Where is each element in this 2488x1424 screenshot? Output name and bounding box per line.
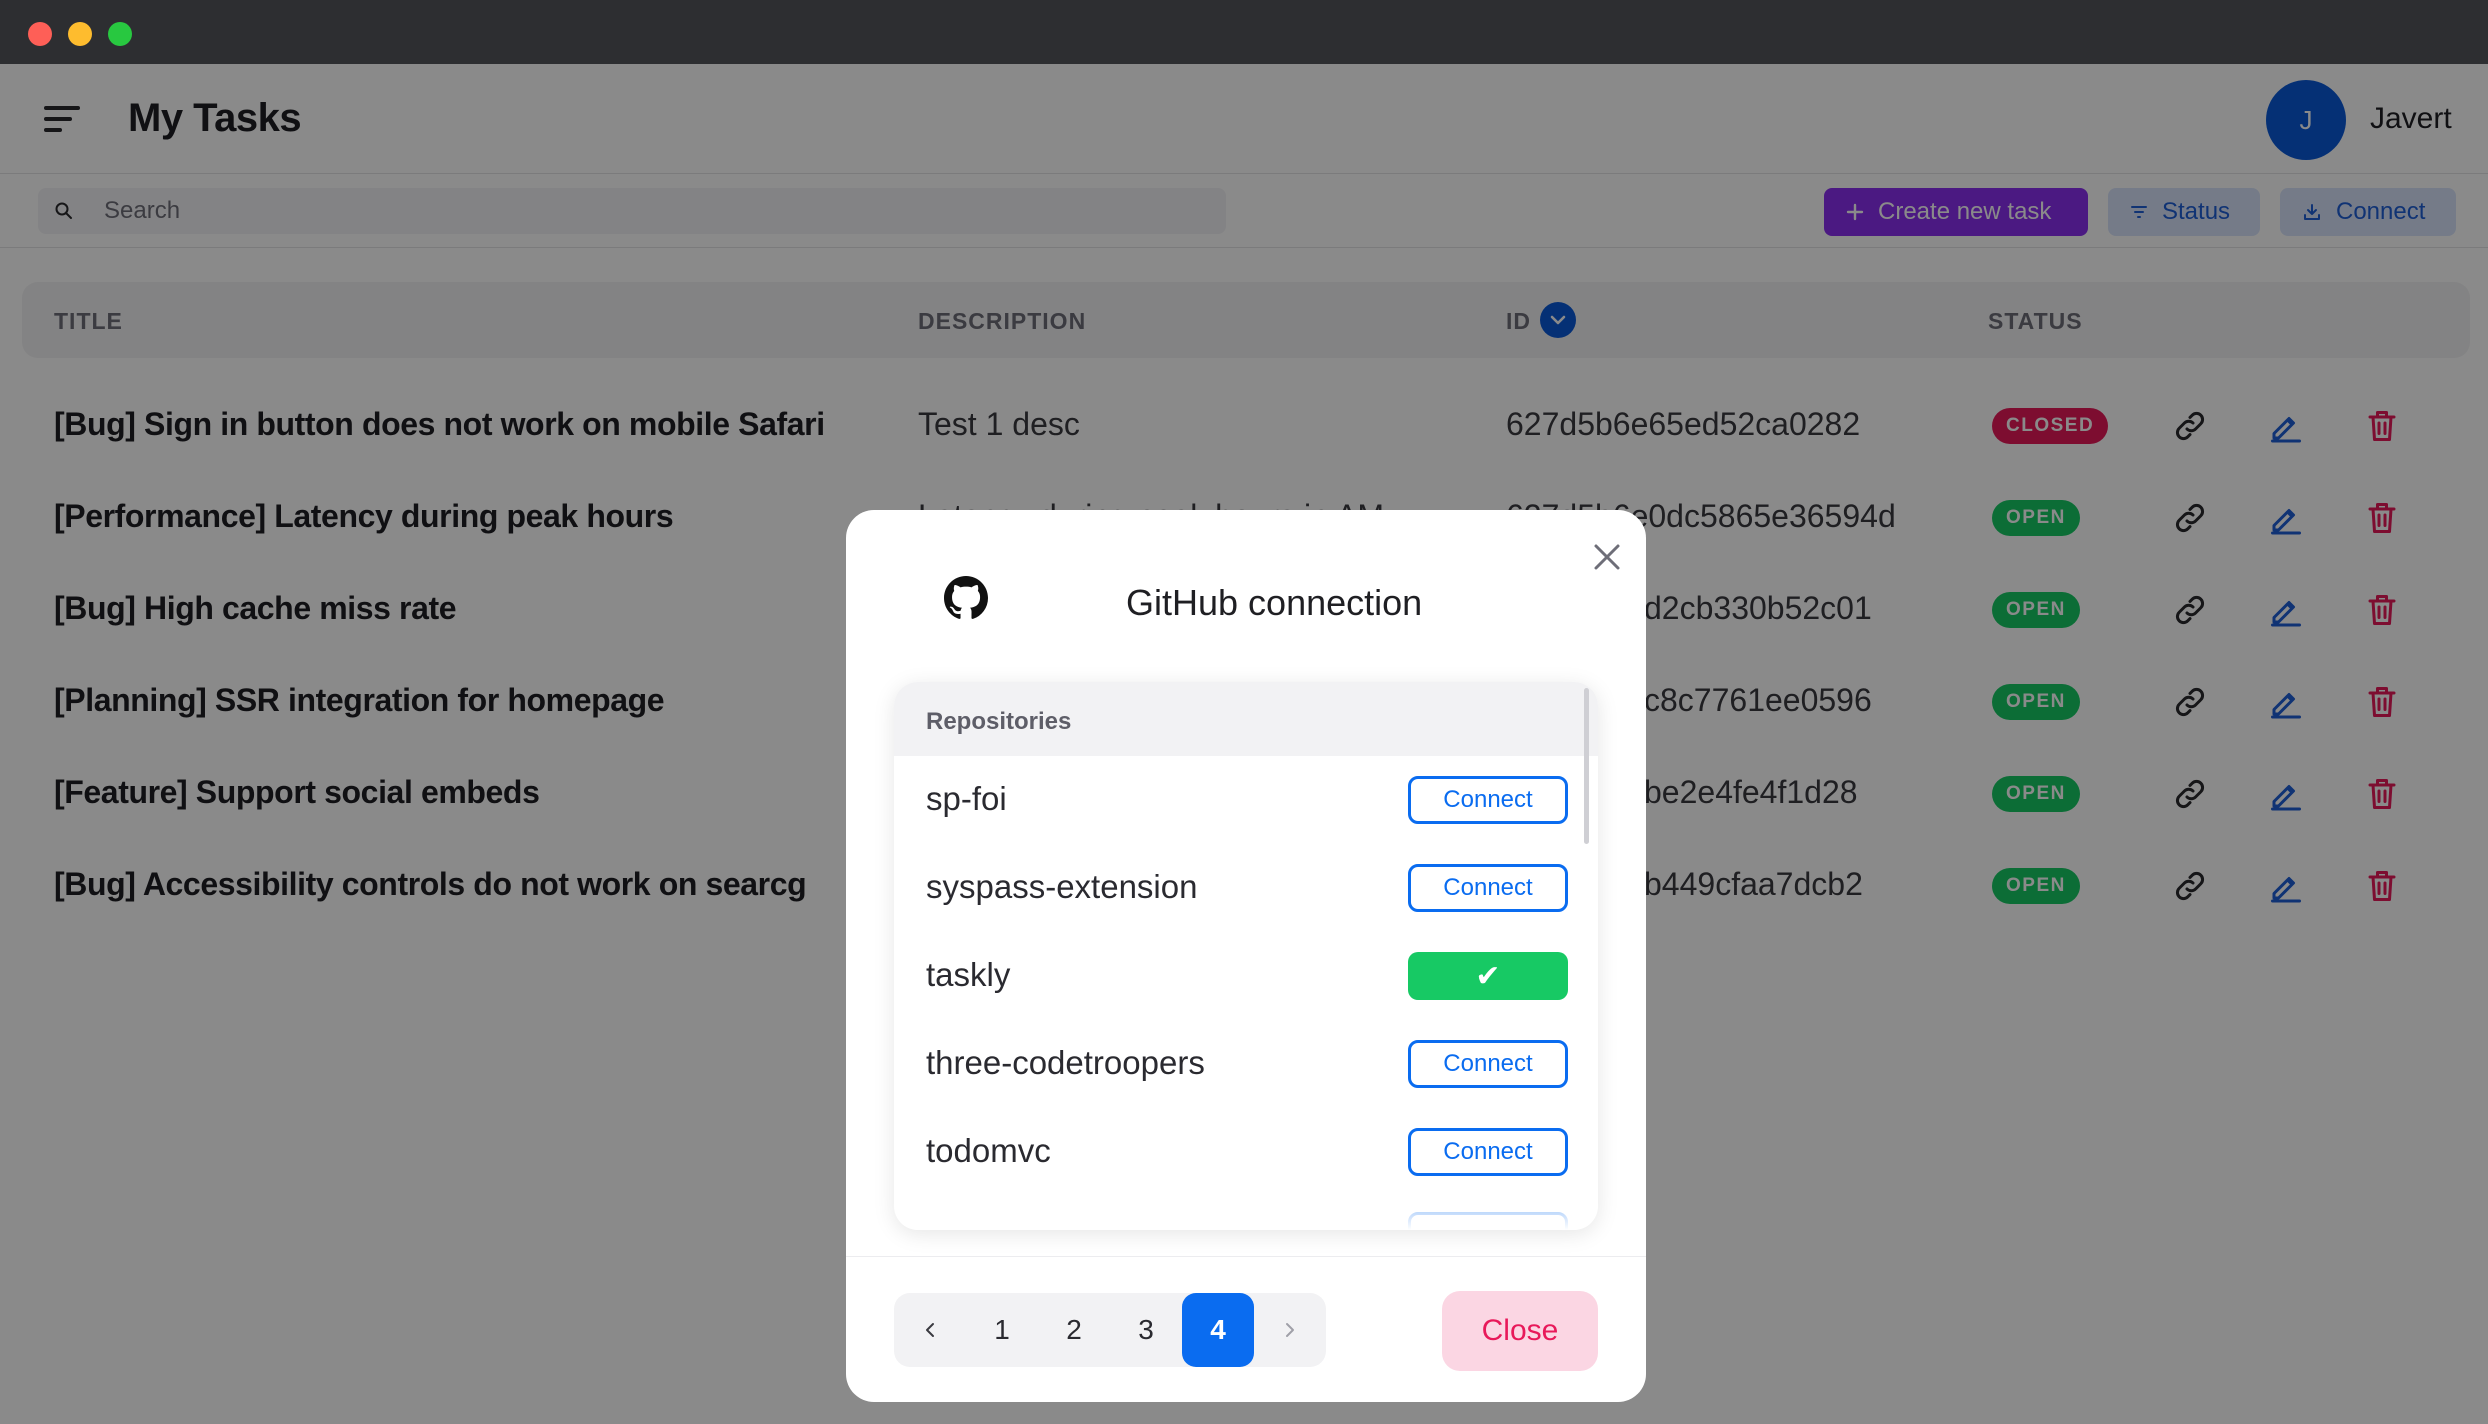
- repository-list: Repositories sp-foi Connect syspass-exte…: [894, 682, 1598, 1230]
- repo-name: three-codetroopers: [926, 1044, 1205, 1081]
- page-2-button[interactable]: 2: [1038, 1293, 1110, 1367]
- repo-name: todomvc: [926, 1132, 1051, 1169]
- list-item: taskly ✔: [894, 932, 1598, 1020]
- repo-name: taskly: [926, 956, 1011, 993]
- window-chrome: [0, 0, 2488, 64]
- window-close-dot[interactable]: [28, 22, 52, 46]
- window-maximize-dot[interactable]: [108, 22, 132, 46]
- page-3-button[interactable]: 3: [1110, 1293, 1182, 1367]
- window-minimize-dot[interactable]: [68, 22, 92, 46]
- page-4-button[interactable]: 4: [1182, 1293, 1254, 1367]
- connect-repo-button[interactable]: Connect: [1408, 1040, 1568, 1088]
- list-item: syspass-extension Connect: [894, 844, 1598, 932]
- list-item: three-codetroopers Connect: [894, 1020, 1598, 1108]
- page-1-button[interactable]: 1: [966, 1293, 1038, 1367]
- github-icon: [944, 576, 988, 619]
- repo-name: syspass-extension: [926, 868, 1198, 905]
- repo-name: sp-foi: [926, 780, 1007, 817]
- close-button[interactable]: Close: [1442, 1291, 1598, 1371]
- repository-list-header: Repositories: [894, 682, 1598, 756]
- connect-repo-button[interactable]: Connect: [1408, 776, 1568, 824]
- connected-check-button[interactable]: ✔: [1408, 952, 1568, 1000]
- connect-repo-button[interactable]: Connect: [1408, 1128, 1568, 1176]
- modal-title: GitHub connection: [1126, 582, 1423, 623]
- pagination: 1 2 3 4: [894, 1293, 1326, 1367]
- chevron-right-icon[interactable]: [1254, 1293, 1326, 1367]
- chevron-left-icon[interactable]: [894, 1293, 966, 1367]
- connect-repo-button[interactable]: Connect: [1408, 864, 1568, 912]
- repositories-label: Repositories: [926, 708, 1072, 735]
- list-item: sp-foi Connect: [894, 756, 1598, 844]
- close-icon[interactable]: [1582, 532, 1632, 582]
- list-fade: [894, 1182, 1598, 1230]
- github-connection-modal: GitHub connection Repositories sp-foi Co…: [846, 510, 1646, 1402]
- modal-footer: 1 2 3 4 Close: [846, 1256, 1646, 1402]
